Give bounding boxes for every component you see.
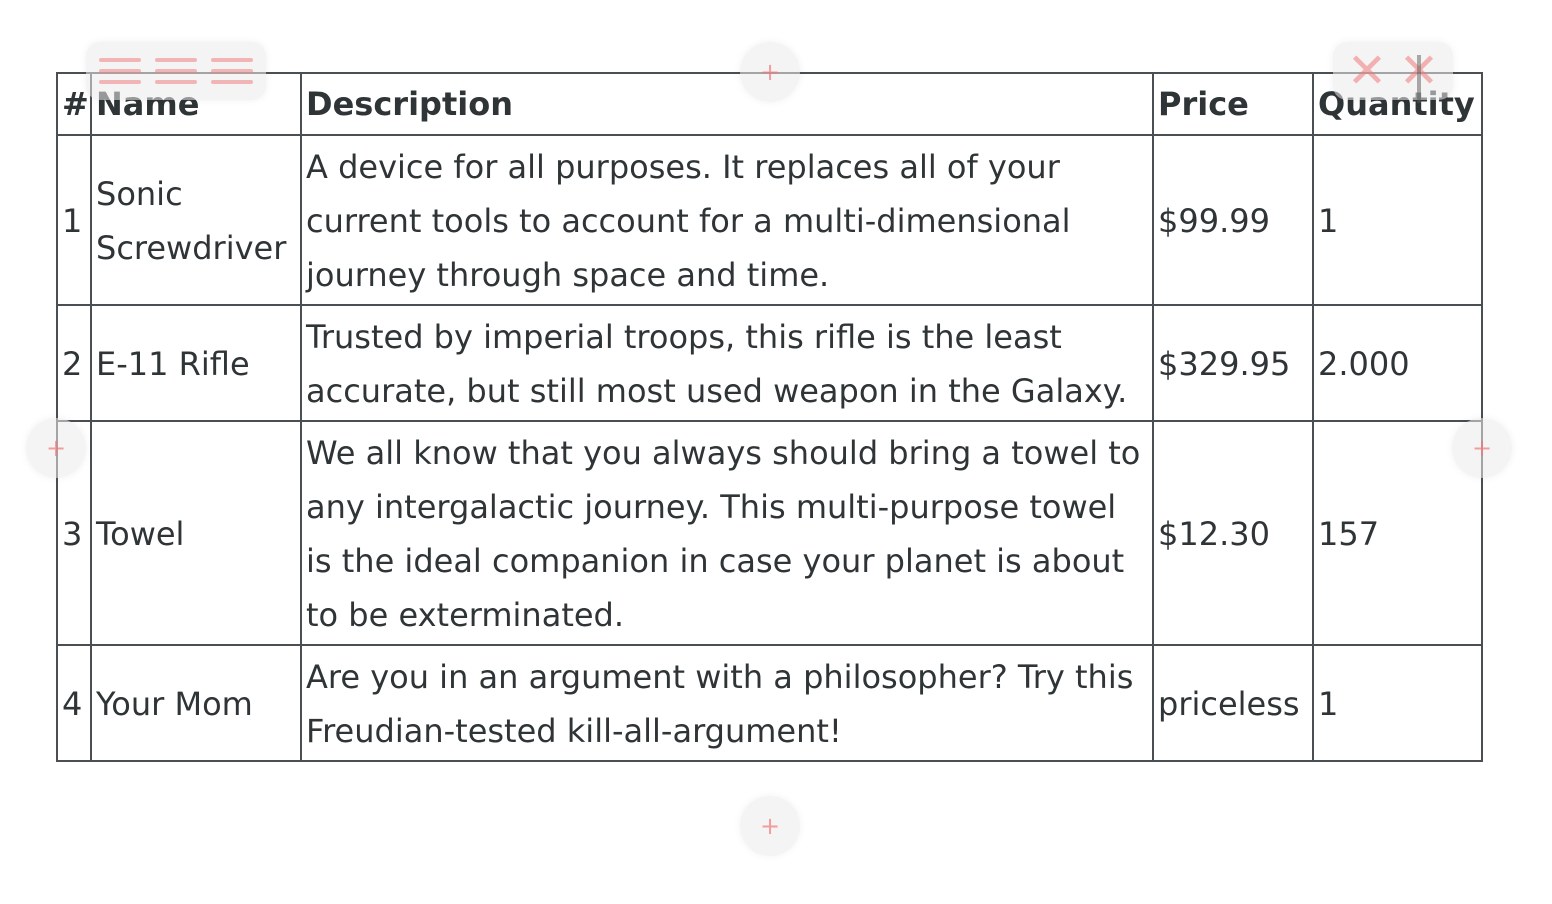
cell-name[interactable]: Your Mom: [90, 644, 302, 762]
cell-description[interactable]: We all know that you always should bring…: [300, 420, 1154, 646]
close-icon[interactable]: ✕: [1345, 47, 1389, 95]
cell-description[interactable]: Trusted by imperial troops, this rifle i…: [300, 304, 1154, 422]
table-container: # Name Description Price Quantity 1 Soni…: [56, 72, 1483, 762]
cell-num[interactable]: 4: [56, 644, 92, 762]
cell-price[interactable]: $99.99: [1152, 134, 1314, 306]
cell-description[interactable]: A device for all purposes. It replaces a…: [300, 134, 1154, 306]
add-column-button[interactable]: +: [740, 42, 800, 102]
cell-description[interactable]: Are you in an argument with a philosophe…: [300, 644, 1154, 762]
delete-controls[interactable]: ✕ ✕: [1333, 42, 1453, 100]
cell-quantity[interactable]: 2.000: [1312, 304, 1483, 422]
cell-num[interactable]: 1: [56, 134, 92, 306]
column-drag-handle[interactable]: [86, 42, 266, 100]
drag-handle-icon: [99, 58, 141, 84]
header-price[interactable]: Price: [1152, 72, 1314, 136]
table-row: 1 Sonic Screwdriver A device for all pur…: [56, 134, 1483, 306]
column-resize-handle[interactable]: [1417, 55, 1421, 103]
add-row-left-button[interactable]: +: [26, 418, 86, 478]
cell-quantity[interactable]: 1: [1312, 134, 1483, 306]
table-row: 3 Towel We all know that you always shou…: [56, 420, 1483, 646]
cell-name[interactable]: Towel: [90, 420, 302, 646]
add-row-button[interactable]: +: [740, 796, 800, 856]
header-description[interactable]: Description: [300, 72, 1154, 136]
cell-price[interactable]: $12.30: [1152, 420, 1314, 646]
cell-quantity[interactable]: 1: [1312, 644, 1483, 762]
cell-name[interactable]: Sonic Screwdriver: [90, 134, 302, 306]
drag-handle-icon: [211, 58, 253, 84]
cell-price[interactable]: priceless: [1152, 644, 1314, 762]
cell-num[interactable]: 2: [56, 304, 92, 422]
drag-handle-icon: [155, 58, 197, 84]
table-row: 2 E-11 Rifle Trusted by imperial troops,…: [56, 304, 1483, 422]
cell-name[interactable]: E-11 Rifle: [90, 304, 302, 422]
product-table[interactable]: # Name Description Price Quantity 1 Soni…: [56, 72, 1483, 762]
add-column-right-button[interactable]: +: [1452, 418, 1512, 478]
table-row: 4 Your Mom Are you in an argument with a…: [56, 644, 1483, 762]
cell-price[interactable]: $329.95: [1152, 304, 1314, 422]
